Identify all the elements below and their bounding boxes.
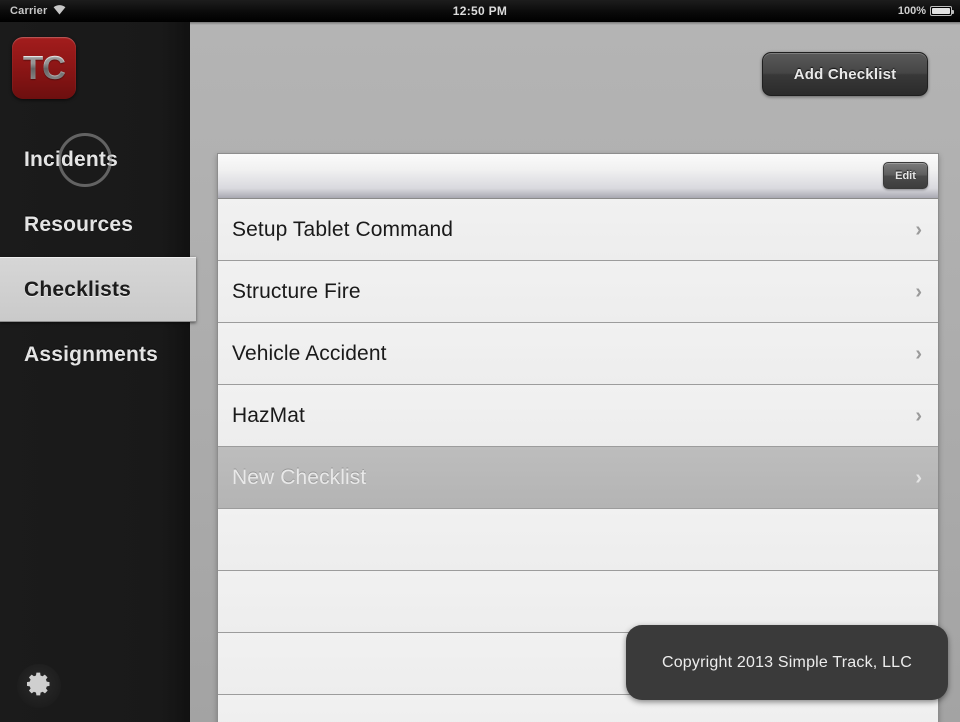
chevron-right-icon: ›: [915, 342, 922, 365]
chevron-right-icon: ›: [915, 466, 922, 489]
add-checklist-button[interactable]: Add Checklist: [762, 52, 928, 96]
sidebar-nav: Incidents Resources Checklists Assignmen…: [0, 127, 196, 387]
settings-button[interactable]: [17, 664, 61, 708]
table-row-selected[interactable]: New Checklist ›: [218, 447, 938, 509]
main-content: Add Checklist Edit Setup Tablet Command …: [190, 22, 960, 722]
sidebar-item-incidents[interactable]: Incidents: [0, 127, 190, 192]
ios-status-bar: Carrier 12:50 PM 100%: [0, 0, 960, 22]
add-checklist-label: Add Checklist: [793, 65, 897, 83]
copyright-toast: Copyright 2013 Simple Track, LLC: [626, 625, 948, 700]
battery-icon: [930, 6, 954, 16]
row-label: Vehicle Accident: [232, 341, 387, 365]
sidebar-item-label: Checklists: [24, 277, 132, 301]
sidebar-item-resources[interactable]: Resources: [0, 192, 190, 257]
sidebar-item-checklists[interactable]: Checklists: [0, 257, 196, 322]
status-bar-right: 100%: [897, 5, 954, 17]
table-row[interactable]: Structure Fire ›: [218, 261, 938, 323]
row-label: HazMat: [232, 403, 305, 427]
edit-button[interactable]: Edit: [883, 162, 928, 189]
row-label: New Checklist: [232, 465, 367, 489]
row-label: Structure Fire: [232, 279, 361, 303]
battery-percent-label: 100%: [897, 5, 926, 17]
sidebar: TC Incidents Resources Checklists Assign…: [0, 22, 196, 722]
table-row[interactable]: Setup Tablet Command ›: [218, 199, 938, 261]
app-window: Carrier 12:50 PM 100% TC Incidents Resou…: [0, 0, 960, 722]
sidebar-item-label: Incidents: [24, 147, 118, 171]
table-row-empty: [218, 509, 938, 571]
gear-icon: [25, 670, 53, 703]
sidebar-item-label: Resources: [24, 212, 134, 236]
copyright-text: Copyright 2013 Simple Track, LLC: [661, 653, 913, 671]
app-logo: TC: [12, 37, 76, 99]
app-logo-text: TC: [23, 49, 66, 86]
chevron-right-icon: ›: [915, 280, 922, 303]
sidebar-item-label: Assignments: [24, 342, 159, 366]
sidebar-item-assignments[interactable]: Assignments: [0, 322, 190, 387]
list-header-bar: Edit: [218, 154, 938, 199]
chevron-right-icon: ›: [915, 218, 922, 241]
chevron-right-icon: ›: [915, 404, 922, 427]
edit-button-label: Edit: [895, 169, 916, 182]
row-label: Setup Tablet Command: [232, 217, 454, 241]
table-row[interactable]: Vehicle Accident ›: [218, 323, 938, 385]
clock-label: 12:50 PM: [452, 4, 508, 18]
table-row[interactable]: HazMat ›: [218, 385, 938, 447]
table-row-empty: [218, 571, 938, 633]
